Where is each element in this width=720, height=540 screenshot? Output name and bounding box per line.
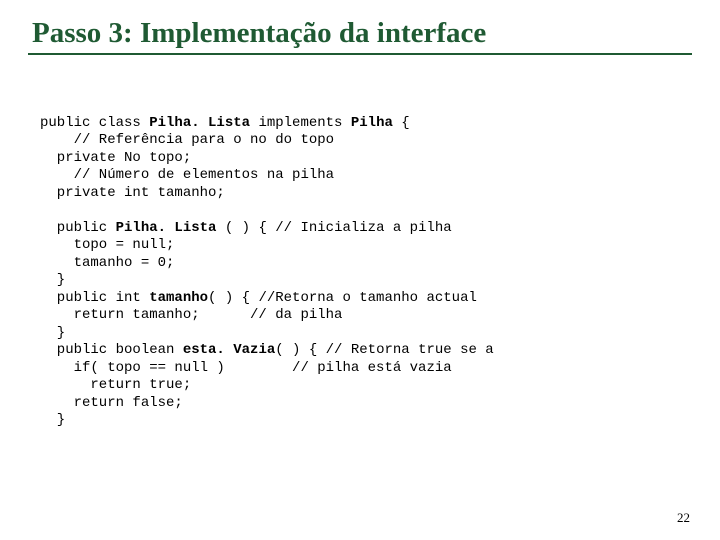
code-line-11: return tamanho; // da pilha: [40, 307, 342, 323]
code-line-8: tamanho = 0;: [40, 255, 174, 271]
code-line-14: if( topo == null ) // pilha está vazia: [40, 360, 452, 376]
code-block: public class Pilha. Lista implements Pil…: [28, 115, 692, 430]
code-line-9: }: [40, 272, 65, 288]
code-line-4: // Número de elementos na pilha: [40, 167, 334, 183]
code-line-12: }: [40, 325, 65, 341]
code-line-10: public int tamanho( ) { //Retorna o tama…: [40, 290, 477, 306]
code-line-1: public class Pilha. Lista implements Pil…: [40, 115, 410, 131]
slide-title: Passo 3: Implementação da interface: [28, 16, 692, 51]
code-line-17: }: [40, 412, 65, 428]
code-line-3: private No topo;: [40, 150, 191, 166]
code-line-7: topo = null;: [40, 237, 174, 253]
code-line-13: public boolean esta. Vazia( ) { // Retor…: [40, 342, 494, 358]
code-line-15: return true;: [40, 377, 191, 393]
code-line-5: private int tamanho;: [40, 185, 225, 201]
code-line-2: // Referência para o no do topo: [40, 132, 334, 148]
slide: Passo 3: Implementação da interface publ…: [0, 0, 720, 540]
code-line-16: return false;: [40, 395, 183, 411]
title-rule: Passo 3: Implementação da interface: [28, 16, 692, 55]
code-line-6: public Pilha. Lista ( ) { // Inicializa …: [40, 220, 452, 236]
page-number: 22: [677, 510, 690, 526]
